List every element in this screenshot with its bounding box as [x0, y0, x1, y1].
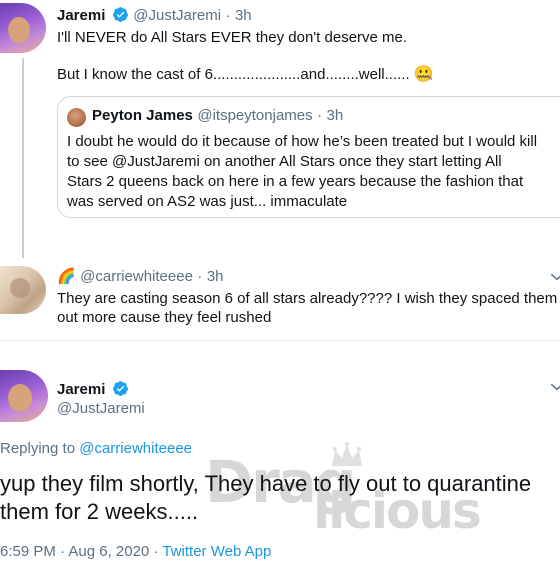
quoted-tweet-card[interactable]: Peyton James @itspeytonjames · 3h I doub… [57, 96, 560, 218]
tweet2-line1: They are casting season 6 of all stars a… [57, 290, 558, 307]
chevron-down-icon[interactable] [550, 270, 560, 284]
divider [0, 340, 560, 341]
dot: · [60, 543, 66, 560]
quote-line-text: to see @JustJaremi on another All Stars … [67, 153, 502, 170]
main-line1: yup they film shortly, They have to fly … [0, 471, 532, 496]
avatar-jaremi-main[interactable] [0, 370, 48, 422]
replying-to: Replying to @carriewhiteeee [0, 440, 192, 457]
verified-badge-icon [112, 7, 128, 22]
quote-line: Stars 2 queens back on here in a few yea… [67, 173, 524, 190]
timestamp[interactable]: 3h [235, 7, 252, 24]
avatar-jaremi[interactable] [0, 3, 46, 53]
tweet-time[interactable]: 6:59 PM [0, 543, 56, 560]
replying-prefix: Replying to [0, 440, 76, 457]
avatar-peyton [67, 108, 86, 127]
dot: · [153, 543, 159, 560]
tweet-meta: 6:59 PM · Aug 6, 2020 · Twitter Web App [0, 543, 271, 560]
zipper-mouth-emoji: 🤐 [413, 66, 434, 83]
display-name[interactable]: Jaremi [57, 381, 105, 398]
quote-line: I doubt he would do it because of how he… [67, 133, 538, 150]
tweet1-line2: But I know the cast of 6................… [57, 66, 410, 83]
quote-line: to see @JustJaremi on another All Stars … [67, 152, 502, 172]
dot: · [317, 107, 323, 124]
handle[interactable]: @carriewhiteeee [80, 268, 193, 285]
main-name-row: Jaremi [57, 380, 129, 399]
tweet1-line1: I'll NEVER do All Stars EVER they don't … [57, 29, 408, 46]
chevron-down-icon[interactable] [550, 380, 560, 394]
quote-header: Peyton James @itspeytonjames · 3h [92, 107, 343, 125]
tweet-date[interactable]: Aug 6, 2020 [68, 543, 149, 560]
replying-handle-link[interactable]: @carriewhiteeee [79, 440, 192, 457]
quote-timestamp: 3h [326, 107, 344, 124]
main-tweet-text: yup they film shortly, They have to fly … [0, 470, 531, 526]
tweet-source-link[interactable]: Twitter Web App [162, 543, 271, 560]
handle[interactable]: @JustJaremi [133, 7, 221, 24]
main-line2: them for 2 weeks..... [0, 499, 199, 524]
tweet2-line2: out more cause they feel rushed [57, 309, 272, 326]
thread-line [22, 58, 24, 258]
avatar-carriewhiteeee[interactable] [0, 266, 46, 314]
quote-handle: @itspeytonjames [197, 107, 313, 124]
tweet1-header: Jaremi @JustJaremi · 3h [57, 6, 252, 25]
dot: · [197, 268, 203, 285]
dot: · [225, 7, 231, 24]
main-handle[interactable]: @JustJaremi [57, 400, 145, 417]
rainbow-emoji: 🌈 [57, 268, 76, 285]
timestamp[interactable]: 3h [207, 268, 224, 285]
quote-line: was served on AS2 was just... immaculate [67, 193, 348, 210]
verified-badge-icon [112, 381, 128, 396]
quote-display-name: Peyton James [92, 107, 193, 124]
tweet1-line2-wrap: But I know the cast of 6................… [57, 65, 434, 85]
display-name[interactable]: Jaremi [57, 7, 105, 24]
tweet2-header: 🌈 @carriewhiteeee · 3h [57, 267, 224, 286]
